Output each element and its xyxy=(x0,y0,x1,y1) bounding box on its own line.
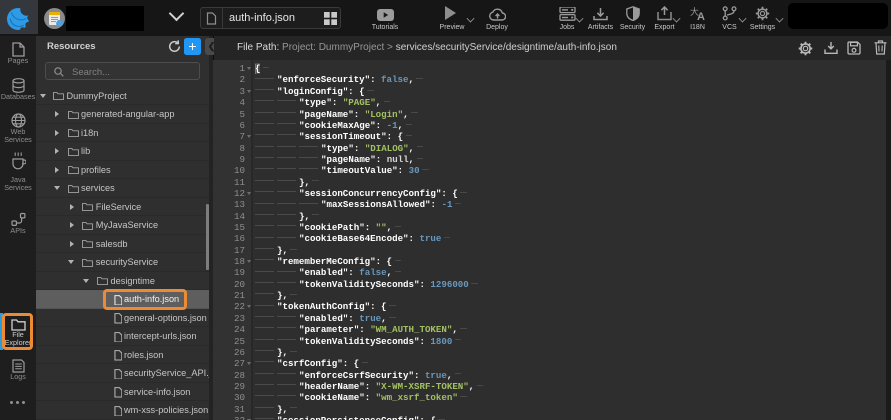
svg-text:A: A xyxy=(697,11,705,21)
